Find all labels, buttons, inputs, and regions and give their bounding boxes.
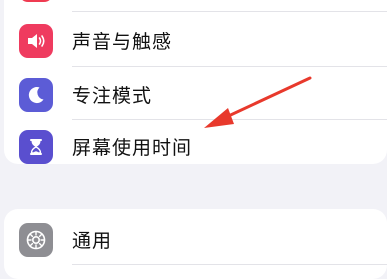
screen-time-label: 屏幕使用时间 [72, 137, 193, 159]
notifications-icon [19, 0, 53, 2]
moon-icon [19, 78, 53, 112]
settings-row-general[interactable]: 通用 [4, 215, 387, 267]
row-separator [72, 119, 387, 120]
hourglass-icon [19, 130, 53, 164]
settings-row-focus[interactable]: 专注模式 [4, 70, 387, 122]
settings-row-sounds-haptics[interactable]: 声音与触感 [4, 16, 387, 68]
speaker-icon [19, 24, 53, 58]
focus-label: 专注模式 [72, 85, 153, 107]
settings-group-1: 声音与触感 专注模式 屏幕使用时间 [4, 0, 387, 164]
gear-icon [19, 223, 53, 257]
row-separator [72, 264, 387, 265]
row-separator [72, 66, 387, 67]
settings-row-screen-time[interactable]: 屏幕使用时间 [4, 122, 387, 174]
sounds-haptics-label: 声音与触感 [72, 31, 173, 53]
row-separator [72, 11, 387, 12]
general-label: 通用 [72, 230, 113, 252]
